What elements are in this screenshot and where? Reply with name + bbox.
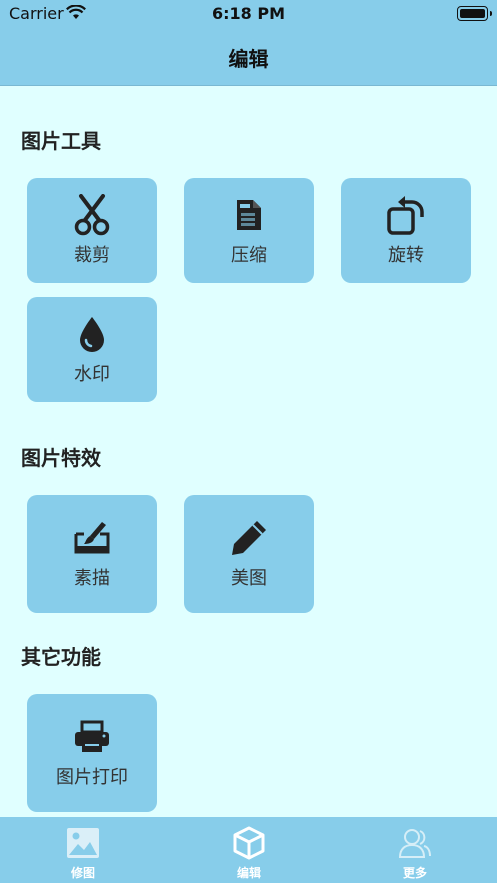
rar-file-icon (229, 195, 269, 235)
drop-icon (72, 314, 112, 354)
rotate-icon (386, 195, 426, 235)
rotate-button[interactable]: 旋转 (341, 178, 471, 283)
navigation-bar: 编辑 (0, 30, 497, 86)
paint-brush-icon (72, 518, 112, 558)
compress-button[interactable]: 压缩 (184, 178, 314, 283)
tab-edit-label: 编辑 (236, 866, 261, 880)
tab-edit[interactable]: 编辑 (166, 817, 332, 883)
clock: 6:18 PM (211, 4, 285, 23)
users-icon (398, 826, 432, 860)
section-title-tools: 图片工具 (21, 129, 101, 153)
beautify-button[interactable]: 美图 (184, 495, 314, 613)
rotate-label: 旋转 (388, 244, 424, 266)
watermark-button[interactable]: 水印 (27, 297, 157, 402)
section-title-effects: 图片特效 (21, 446, 101, 470)
cube-icon (232, 826, 266, 860)
crop-button[interactable]: 裁剪 (27, 178, 157, 283)
tab-more[interactable]: 更多 (332, 817, 497, 883)
battery-icon (457, 6, 492, 21)
tab-bar: 修图 编辑 更多 (0, 817, 497, 883)
image-icon (66, 826, 100, 860)
status-bar: Carrier 6:18 PM (0, 0, 497, 30)
sketch-label: 素描 (74, 568, 110, 589)
tab-more-label: 更多 (402, 866, 427, 880)
sketch-button[interactable]: 素描 (27, 495, 157, 613)
section-title-other: 其它功能 (21, 645, 101, 669)
print-label: 图片打印 (56, 767, 128, 788)
page-title: 编辑 (228, 47, 269, 71)
printer-icon (72, 717, 112, 757)
tab-retouch-label: 修图 (70, 866, 95, 880)
compress-label: 压缩 (231, 244, 267, 266)
tab-retouch[interactable]: 修图 (0, 817, 166, 883)
scissors-icon (72, 193, 112, 235)
crop-label: 裁剪 (74, 244, 110, 266)
watermark-label: 水印 (74, 363, 110, 385)
beautify-label: 美图 (231, 568, 267, 589)
print-button[interactable]: 图片打印 (27, 694, 157, 812)
pencil-icon (229, 518, 269, 558)
